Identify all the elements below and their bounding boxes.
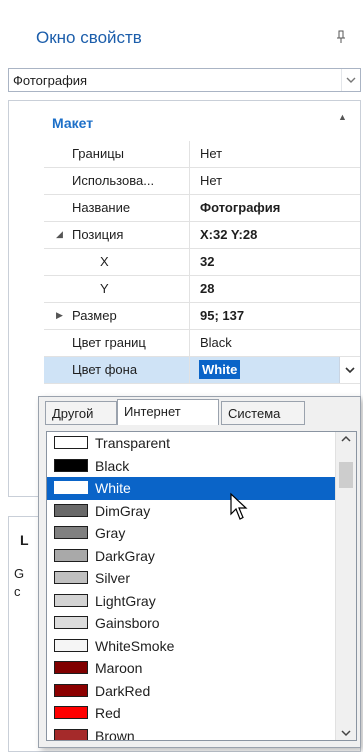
color-name: Brown [95,727,135,741]
tab-label: Интернет [124,404,181,419]
description-heading: L [20,532,29,548]
color-swatch [54,593,88,607]
color-list[interactable]: Transparent Black White DimGray Gray Dar… [46,431,357,741]
property-name: Цвет границ [72,335,146,350]
color-item[interactable]: LightGray [47,590,356,613]
color-name: LightGray [95,592,156,609]
color-item[interactable]: Transparent [47,432,356,455]
color-name: DarkRed [95,682,151,699]
property-name: Использова... [72,173,155,188]
color-name: Maroon [95,660,143,676]
scroll-down-icon[interactable] [340,728,352,738]
color-name: Gainsboro [95,615,160,631]
category-header[interactable]: Макет [52,115,93,131]
color-item[interactable]: DarkRed [47,680,356,703]
property-value: 32 [200,254,215,269]
color-swatch [54,661,88,674]
property-name: Позиция [72,227,124,242]
property-row[interactable]: Y 28 [44,276,360,303]
description-text: c [14,584,21,599]
property-name: Название [72,200,131,215]
color-item[interactable]: Red [47,702,356,725]
tab-internet[interactable]: Интернет [117,399,219,425]
color-item[interactable]: DimGray [47,500,356,523]
color-item[interactable]: DarkGray [47,545,356,568]
chevron-down-icon[interactable] [341,69,360,91]
tab-system[interactable]: Система [221,401,305,425]
description-text: G [14,566,25,581]
color-swatch [54,728,88,740]
property-name: Y [100,281,109,296]
tab-label: Другой [52,406,94,421]
property-row[interactable]: Границы Нет [44,141,360,168]
color-name: Silver [95,570,131,586]
property-row[interactable]: Название Фотография [44,195,360,222]
color-item[interactable]: Brown [47,725,356,741]
color-item[interactable]: Silver [47,567,356,590]
color-swatch [54,638,88,652]
color-item[interactable]: Gainsboro [47,612,356,635]
property-value: Нет [200,173,223,188]
color-swatch [54,548,88,562]
color-swatch [54,458,88,472]
color-item[interactable]: Gray [47,522,356,545]
color-name: Black [95,457,130,474]
mouse-cursor-icon [230,492,248,520]
property-name: Цвет фона [72,362,138,377]
scroll-up-icon[interactable] [340,434,352,444]
color-name: WhiteSmoke [95,637,175,654]
property-row[interactable]: Использова... Нет [44,168,360,195]
property-row[interactable]: X 32 [44,249,360,276]
tab-other[interactable]: Другой [45,401,117,425]
object-selector-value: Фотография [13,73,88,88]
color-swatch [54,683,88,697]
property-value-editor[interactable]: White [199,360,241,379]
color-swatch [54,616,88,629]
property-value: X:32 Y:28 [200,227,258,242]
property-row-selected[interactable]: Цвет фона White [44,357,360,384]
property-name: Размер [72,308,117,323]
panel-title: Окно свойств [36,28,142,47]
color-swatch [54,503,88,517]
property-value: Нет [200,146,223,161]
color-item[interactable]: Maroon [47,657,356,680]
pin-icon[interactable] [336,30,346,44]
color-swatch [54,706,88,719]
color-swatch [54,571,88,584]
color-name: Red [95,705,121,721]
chevron-down-icon[interactable] [339,357,360,383]
property-row[interactable]: ▶ Размер 95; 137 [44,303,360,330]
property-row[interactable]: Цвет границ Black [44,330,360,357]
property-value: Фотография [200,200,281,215]
property-name: X [100,254,109,269]
color-name: DimGray [95,502,151,519]
color-item[interactable]: WhiteSmoke [47,635,356,658]
property-value: 95; 137 [200,308,245,323]
property-value: Black [200,335,232,350]
color-swatch [54,526,88,539]
color-name: Gray [95,525,126,541]
scrollbar-thumb[interactable] [339,462,353,488]
property-value: 28 [200,281,215,296]
color-list-scrollbar[interactable] [335,432,356,740]
property-name: Границы [72,146,124,161]
color-swatch [54,481,88,494]
color-item[interactable]: Black [47,455,356,478]
color-name: White [95,480,131,496]
color-picker-popup: Другой Интернет Система Transparent Blac… [38,396,361,748]
expanded-triangle-icon[interactable]: ◢ [56,229,63,240]
object-selector[interactable]: Фотография [8,68,361,92]
property-row[interactable]: ◢ Позиция X:32 Y:28 [44,222,360,249]
property-rows: Границы Нет Использова... Нет Название Ф… [44,141,360,384]
tab-label: Система [228,406,281,421]
color-item-selected[interactable]: White [47,477,356,500]
collapse-arrow-icon[interactable]: ▲ [338,112,347,122]
color-name: DarkGray [95,547,155,564]
collapsed-triangle-icon[interactable]: ▶ [56,310,63,321]
color-name: Transparent [95,435,170,451]
color-swatch [54,436,88,449]
